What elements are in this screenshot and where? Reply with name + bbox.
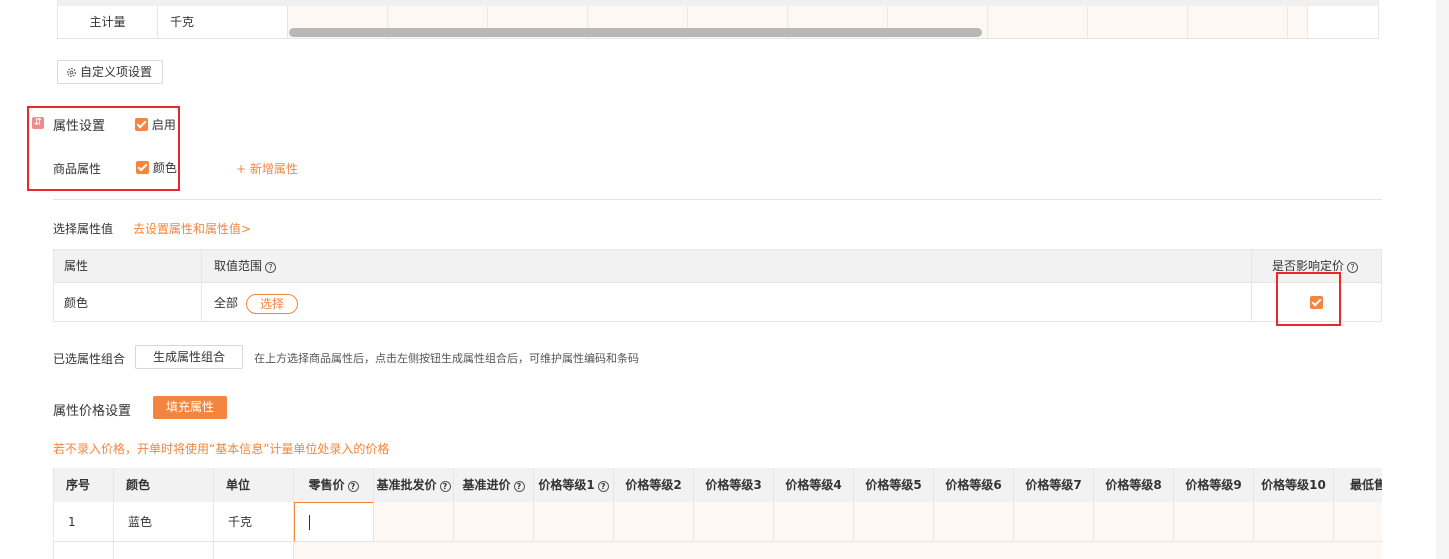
custom-fields-label: 自定义项设置 — [80, 65, 153, 79]
table-row[interactable] — [294, 542, 1382, 559]
vertical-scrollbar[interactable] — [1436, 0, 1449, 559]
price-table-header: 序号 颜色 单位 零售价? 基准批发价? 基准进价? 价格等级1? 价格等级2 … — [54, 468, 1382, 502]
header-price-level-5: 价格等级5 — [854, 468, 934, 502]
help-icon[interactable]: ? — [597, 481, 609, 492]
unit-table-label-cell: 主计量 — [58, 6, 158, 38]
purchase-price-input[interactable] — [454, 502, 534, 542]
price-level-input[interactable] — [1094, 502, 1174, 542]
header-price-level-1: 价格等级1? — [534, 468, 614, 502]
color-attr-checkbox[interactable]: 颜色 — [136, 159, 177, 176]
enable-checkbox[interactable]: 启用 — [135, 116, 176, 133]
section-divider — [53, 199, 1382, 200]
price-table: 序号 颜色 单位 零售价? 基准批发价? 基准进价? 价格等级1? 价格等级2 … — [53, 468, 1382, 559]
price-level-input[interactable] — [774, 502, 854, 542]
price-level-input[interactable] — [934, 502, 1014, 542]
header-retail-price: 零售价? — [294, 468, 374, 502]
fill-attr-button[interactable]: 填充属性 — [153, 396, 227, 419]
combo-hint: 在上方选择商品属性后，点击左侧按钮生成属性组合后，可维护属性编码和条码 — [254, 352, 639, 365]
combo-label: 已选属性组合 — [53, 352, 126, 366]
unit-table-cell[interactable] — [1288, 6, 1308, 38]
header-price-level-6: 价格等级6 — [934, 468, 1014, 502]
row-unit: 千克 — [214, 502, 294, 542]
row-color: 蓝色 — [114, 502, 214, 542]
help-icon[interactable]: ? — [265, 262, 277, 273]
checkbox-checked-icon — [136, 161, 149, 174]
header-price-level-3: 价格等级3 — [694, 468, 774, 502]
generate-combo-button[interactable]: 生成属性组合 — [135, 345, 243, 369]
goods-attr-label: 商品属性 — [53, 162, 102, 176]
header-min-price: 最低售 — [1334, 468, 1382, 502]
help-icon[interactable]: ? — [439, 481, 451, 492]
attr-table: 属性 取值范围? 是否影响定价? 颜色 全部 选择 — [53, 249, 1382, 322]
header-purchase-price: 基准进价? — [454, 468, 534, 502]
attr-settings-title: 属性设置 — [53, 119, 106, 134]
attr-cell: 颜色 — [54, 282, 202, 322]
collapse-icon[interactable]: ⇵ — [32, 117, 44, 129]
select-values-button[interactable]: 选择 — [246, 293, 299, 314]
header-wholesale-price: 基准批发价? — [374, 468, 454, 502]
header-price-level-7: 价格等级7 — [1014, 468, 1094, 502]
price-settings-title: 属性价格设置 — [53, 404, 132, 419]
unit-table-cell[interactable] — [1088, 6, 1188, 38]
checkbox-checked-icon — [135, 118, 148, 131]
header-price-level-2: 价格等级2 — [614, 468, 694, 502]
header-price-level-4: 价格等级4 — [774, 468, 854, 502]
header-index: 序号 — [54, 468, 114, 502]
unit-table-cell[interactable] — [1188, 6, 1288, 38]
range-cell: 全部 选择 — [202, 282, 1252, 322]
header-color: 颜色 — [114, 468, 214, 502]
unit-table-unit-cell: 千克 — [158, 6, 288, 38]
price-level-input[interactable] — [694, 502, 774, 542]
unit-table-cell[interactable] — [988, 6, 1088, 38]
add-attr-link[interactable]: + 新增属性 — [236, 160, 298, 177]
color-attr-label: 颜色 — [152, 161, 177, 175]
custom-fields-button[interactable]: 自定义项设置 — [57, 60, 163, 84]
table-row — [214, 542, 294, 559]
help-icon[interactable]: ? — [1347, 262, 1359, 273]
price-level-input[interactable] — [1014, 502, 1094, 542]
set-attr-link[interactable]: 去设置属性和属性值> — [133, 220, 251, 237]
header-unit: 单位 — [214, 468, 294, 502]
table-row — [114, 542, 214, 559]
price-level-input[interactable] — [534, 502, 614, 542]
highlight-affects-pricing — [1276, 272, 1341, 326]
header-price-level-9: 价格等级9 — [1174, 468, 1254, 502]
help-icon[interactable]: ? — [513, 481, 525, 492]
text-caret — [309, 515, 310, 530]
retail-price-input[interactable] — [294, 502, 374, 542]
enable-label: 启用 — [151, 118, 176, 132]
min-price-input[interactable] — [1334, 502, 1382, 542]
price-warning: 若不录入价格，开单时将使用“基本信息”计量单位处录入的价格 — [53, 442, 390, 456]
row-index: 1 — [54, 502, 114, 542]
header-price-level-8: 价格等级8 — [1094, 468, 1174, 502]
horizontal-scrollbar[interactable] — [289, 28, 982, 37]
select-values-label: 选择属性值 — [53, 222, 114, 236]
header-price-level-10: 价格等级10 — [1254, 468, 1334, 502]
price-level-input[interactable] — [1174, 502, 1254, 542]
price-level-input[interactable] — [854, 502, 934, 542]
wholesale-price-input[interactable] — [374, 502, 454, 542]
price-level-input[interactable] — [614, 502, 694, 542]
gear-icon — [67, 68, 76, 77]
table-row — [54, 542, 114, 559]
attr-header: 属性 — [54, 250, 202, 282]
help-icon[interactable]: ? — [347, 481, 359, 492]
price-level-input[interactable] — [1254, 502, 1334, 542]
range-header: 取值范围? — [202, 250, 1252, 282]
